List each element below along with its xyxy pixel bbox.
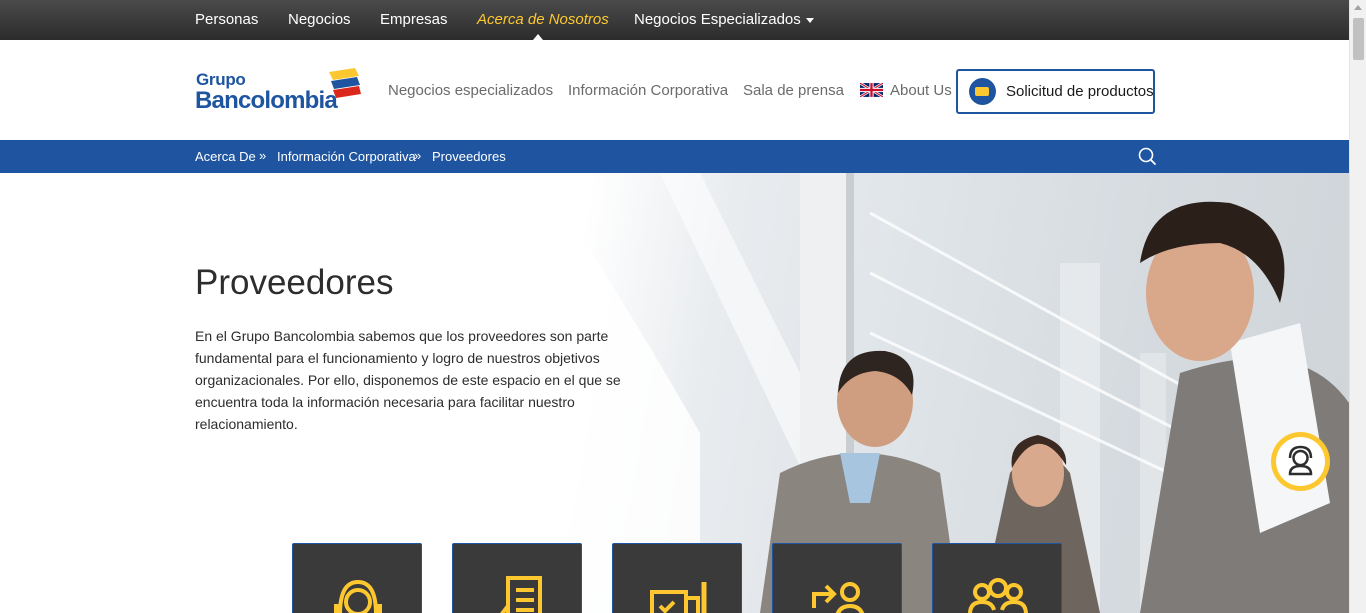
support-agent-icon	[334, 579, 382, 613]
breadcrumb: Acerca De » Información Corporativa » Pr…	[0, 140, 1349, 173]
solicitud-de-productos-button[interactable]: Solicitud de productos	[956, 69, 1155, 114]
top-nav: Personas Negocios Empresas Acerca de Nos…	[0, 0, 1349, 40]
breadcrumb-separator: »	[414, 148, 422, 163]
scroll-up-arrow-icon[interactable]	[1354, 5, 1362, 10]
top-nav-acerca-de-nosotros[interactable]: Acerca de Nosotros	[477, 11, 609, 28]
nav-about-us-label: About Us	[890, 82, 952, 99]
nav-about-us[interactable]: About Us	[860, 82, 952, 99]
top-nav-empresas[interactable]: Empresas	[380, 11, 448, 28]
breadcrumb-proveedores: Proveedores	[432, 149, 506, 164]
breadcrumb-separator: »	[259, 148, 267, 163]
card-transfer[interactable]	[772, 543, 902, 613]
page-title: Proveedores	[195, 263, 394, 302]
documents-icon	[650, 582, 707, 613]
cta-label: Solicitud de productos	[1006, 83, 1154, 100]
nav-negocios-especializados[interactable]: Negocios especializados	[388, 82, 553, 99]
card-documents[interactable]	[612, 543, 742, 613]
chat-assistant-button[interactable]	[1271, 432, 1330, 491]
nav-informacion-corporativa[interactable]: Información Corporativa	[568, 82, 728, 99]
breadcrumb-acerca-de[interactable]: Acerca De	[195, 149, 256, 164]
grupo-bancolombia-logo[interactable]: Grupo Bancolombia	[195, 68, 365, 114]
card-icon	[969, 78, 996, 105]
card-invoice[interactable]	[452, 543, 582, 613]
hero-section: Proveedores En el Grupo Bancolombia sabe…	[0, 173, 1349, 613]
invoice-icon	[500, 576, 542, 613]
transfer-person-icon	[812, 582, 865, 613]
uk-flag-icon	[860, 83, 883, 97]
nav-sala-de-prensa[interactable]: Sala de prensa	[743, 82, 844, 99]
chevron-down-icon	[805, 17, 814, 23]
scrollbar[interactable]	[1349, 0, 1366, 613]
card-support[interactable]	[292, 543, 422, 613]
top-nav-negocios-especializados[interactable]: Negocios Especializados	[634, 11, 814, 28]
search-icon[interactable]	[1136, 146, 1158, 168]
hero-description: En el Grupo Bancolombia sabemos que los …	[195, 328, 621, 432]
logo-line2: Bancolombia	[195, 87, 338, 114]
top-nav-personas[interactable]: Personas	[195, 11, 258, 28]
header: Grupo Bancolombia Negocios especializado…	[0, 40, 1349, 140]
group-icon	[968, 578, 1028, 613]
breadcrumb-informacion-corporativa[interactable]: Información Corporativa	[277, 149, 416, 164]
chat-agent-icon	[1288, 445, 1313, 476]
bancolombia-mark-icon	[329, 68, 361, 98]
top-nav-negocios-especializados-label: Negocios Especializados	[634, 11, 801, 28]
card-group[interactable]	[932, 543, 1062, 613]
scrollbar-thumb[interactable]	[1353, 18, 1364, 60]
top-nav-negocios[interactable]: Negocios	[288, 11, 351, 28]
